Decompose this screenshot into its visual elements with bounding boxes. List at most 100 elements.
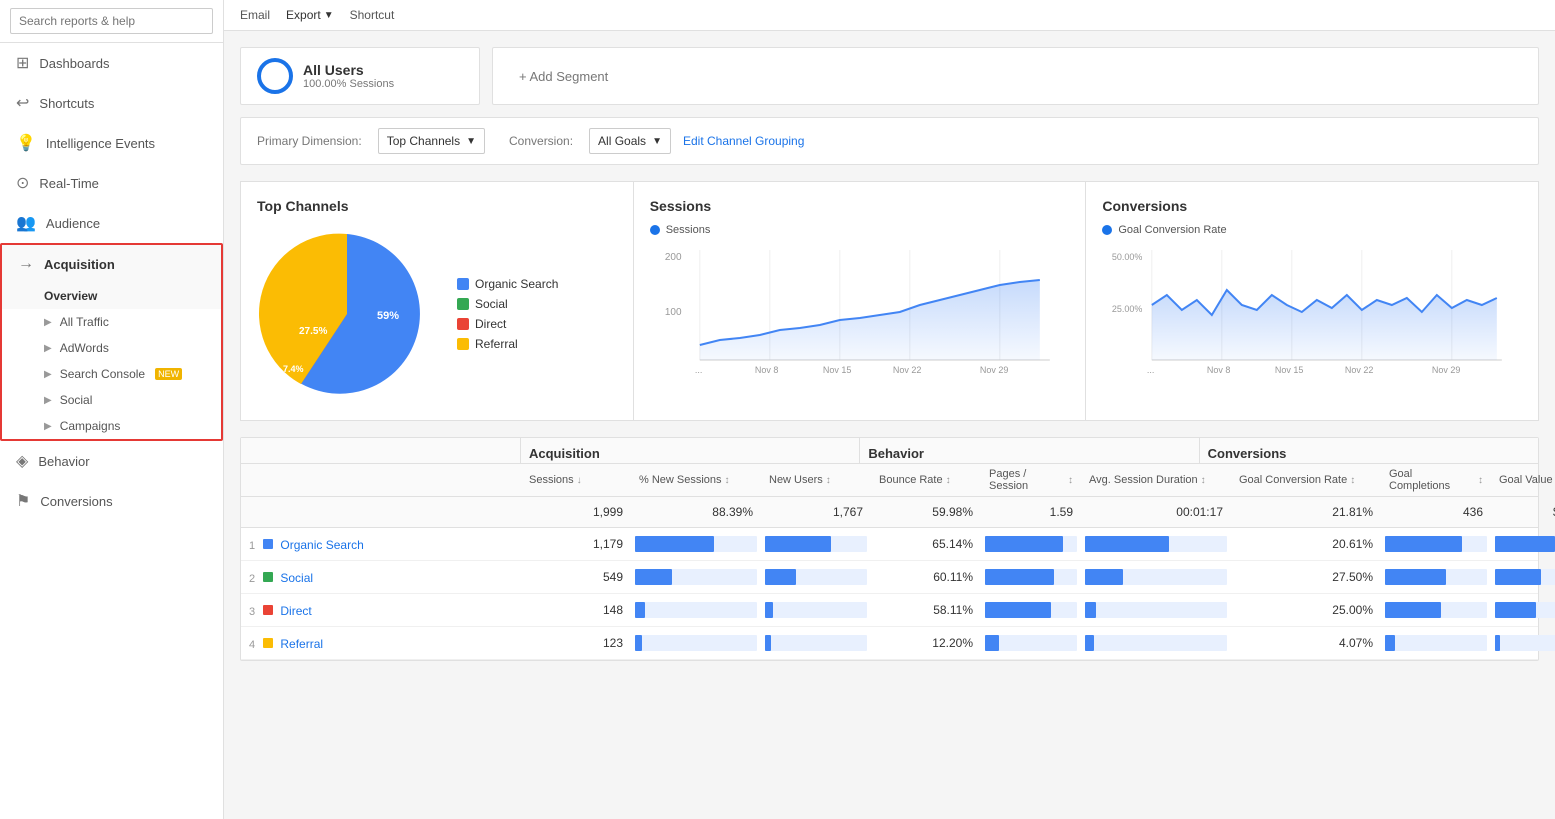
acquisition-group-header: Acquisition xyxy=(521,438,860,463)
totals-bounce: 59.98% xyxy=(871,497,981,527)
totals-row: 1,999 88.39% 1,767 59.98% 1.59 00:01:17 … xyxy=(241,497,1538,528)
pie-legend: Organic Search Social Direct Referr xyxy=(457,277,558,351)
sidebar-item-audience[interactable]: 👥 Audience xyxy=(0,203,223,243)
sessions-legend-label: Sessions xyxy=(666,224,711,236)
sidebar-label-overview: Overview xyxy=(44,289,97,303)
row-pct-new-bar xyxy=(631,594,761,626)
row-bounce: 58.11% xyxy=(871,595,981,625)
channel-link[interactable]: Social xyxy=(280,571,313,585)
sidebar-item-shortcuts[interactable]: ↩ Shortcuts xyxy=(0,83,223,123)
row-new-users-bar xyxy=(761,594,871,626)
sidebar-item-overview[interactable]: Overview xyxy=(2,283,221,309)
row-sessions: 123 xyxy=(521,628,631,658)
sessions-panel: Sessions Sessions 200 100 xyxy=(634,182,1087,420)
email-button[interactable]: Email xyxy=(240,8,270,22)
channel-link[interactable]: Organic Search xyxy=(280,538,363,552)
sidebar-label-dashboards: Dashboards xyxy=(39,56,109,71)
sidebar-item-dashboards[interactable]: ⊞ Dashboards xyxy=(0,43,223,83)
col-goal-conv-sort: ↕ xyxy=(1350,475,1355,486)
sidebar-item-social[interactable]: ▶ Social xyxy=(2,387,221,413)
shortcut-button[interactable]: Shortcut xyxy=(350,8,395,22)
sidebar-item-adwords[interactable]: ▶ AdWords xyxy=(2,335,221,361)
all-goals-dropdown[interactable]: All Goals ▼ xyxy=(589,128,671,154)
add-segment-button[interactable]: + Add Segment xyxy=(492,47,1539,105)
svg-text:59%: 59% xyxy=(377,310,399,322)
channel-cell: 4 Referral xyxy=(241,628,521,659)
segment-bar: All Users 100.00% Sessions + Add Segment xyxy=(240,47,1539,105)
data-table: Acquisition Behavior Conversions Session… xyxy=(240,437,1539,661)
sidebar-item-intelligence[interactable]: 💡 Intelligence Events xyxy=(0,123,223,163)
sidebar-item-searchconsole[interactable]: ▶ Search Console NEW xyxy=(2,361,221,387)
conversions-title: Conversions xyxy=(1102,198,1522,214)
conversions-legend: Goal Conversion Rate xyxy=(1102,224,1522,236)
export-button[interactable]: Export ▼ xyxy=(286,8,334,22)
col-goal-value-label: Goal Value xyxy=(1499,474,1553,486)
table-row: 1 Organic Search 1,179 65.14% 20.61% xyxy=(241,528,1538,561)
segment-info: All Users 100.00% Sessions xyxy=(303,62,394,90)
sidebar-item-acquisition[interactable]: → Acquisition xyxy=(2,245,221,283)
svg-text:...: ... xyxy=(695,365,703,375)
svg-text:Nov 22: Nov 22 xyxy=(1345,365,1374,375)
legend-dot-social xyxy=(457,298,469,310)
row-num: 1 xyxy=(249,540,255,552)
row-goal-conv-bar xyxy=(1381,528,1491,560)
totals-goal-comp: 436 xyxy=(1381,497,1491,527)
collapse-arrow-adwords: ▶ xyxy=(44,343,52,354)
audience-icon: 👥 xyxy=(16,213,36,233)
col-duration[interactable]: Avg. Session Duration ↕ xyxy=(1081,464,1231,496)
svg-text:50.00%: 50.00% xyxy=(1112,252,1143,262)
col-goal-comp[interactable]: Goal Completions ↕ xyxy=(1381,464,1491,496)
col-sessions[interactable]: Sessions ↓ xyxy=(521,464,631,496)
svg-text:Nov 8: Nov 8 xyxy=(755,365,779,375)
pie-container: 59% 27.5% 7.4% Organic Search Social xyxy=(257,224,617,404)
row-pct-new-bar xyxy=(631,528,761,560)
col-goal-comp-sort: ↕ xyxy=(1478,475,1483,486)
realtime-icon: ⊙ xyxy=(16,173,29,193)
main-content: Email Export ▼ Shortcut All Users 100.00… xyxy=(224,0,1555,819)
col-goal-value[interactable]: Goal Value ↕ xyxy=(1491,464,1555,496)
col-pct-new-label: % New Sessions xyxy=(639,474,722,486)
channel-dot xyxy=(263,572,273,582)
row-bounce: 65.14% xyxy=(871,529,981,559)
totals-pct-new: 88.39% xyxy=(631,497,761,527)
col-goal-conv[interactable]: Goal Conversion Rate ↕ xyxy=(1231,464,1381,496)
primary-dimension-label: Primary Dimension: xyxy=(257,134,362,148)
collapse-arrow-social: ▶ xyxy=(44,395,52,406)
sidebar-item-conversions[interactable]: ⚑ Conversions xyxy=(0,481,223,521)
search-input[interactable] xyxy=(10,8,213,34)
top-channels-title: Top Channels xyxy=(257,198,617,214)
all-users-segment[interactable]: All Users 100.00% Sessions xyxy=(240,47,480,105)
sidebar-label-intelligence: Intelligence Events xyxy=(46,136,155,151)
sidebar-item-behavior[interactable]: ◈ Behavior xyxy=(0,441,223,481)
col-pct-new[interactable]: % New Sessions ↕ xyxy=(631,464,761,496)
top-channels-dropdown[interactable]: Top Channels ▼ xyxy=(378,128,485,154)
channel-link[interactable]: Referral xyxy=(280,637,323,651)
row-goal-conv-bar xyxy=(1381,627,1491,659)
sidebar-item-campaigns[interactable]: ▶ Campaigns xyxy=(2,413,221,439)
row-goal-value-bar xyxy=(1491,561,1555,593)
totals-label xyxy=(241,497,521,527)
col-pages-label: Pages / Session xyxy=(989,468,1065,492)
edit-channel-grouping-link[interactable]: Edit Channel Grouping xyxy=(683,134,804,148)
sessions-title: Sessions xyxy=(650,198,1070,214)
sidebar-item-alltraffic[interactable]: ▶ All Traffic xyxy=(2,309,221,335)
svg-text:27.5%: 27.5% xyxy=(299,326,327,337)
col-new-users[interactable]: New Users ↕ xyxy=(761,464,871,496)
sidebar-label-audience: Audience xyxy=(46,216,100,231)
legend-item-direct: Direct xyxy=(457,317,558,331)
legend-dot-direct xyxy=(457,318,469,330)
all-goals-arrow: ▼ xyxy=(652,136,662,147)
col-pct-new-sort: ↕ xyxy=(725,475,730,486)
row-goal-conv: 20.61% xyxy=(1231,529,1381,559)
dashboards-icon: ⊞ xyxy=(16,53,29,73)
sidebar-label-behavior: Behavior xyxy=(38,454,89,469)
col-pages[interactable]: Pages / Session ↕ xyxy=(981,464,1081,496)
col-bounce[interactable]: Bounce Rate ↕ xyxy=(871,464,981,496)
row-new-users-bar xyxy=(761,561,871,593)
channel-link[interactable]: Direct xyxy=(280,604,311,618)
col-new-users-label: New Users xyxy=(769,474,823,486)
totals-pages: 1.59 xyxy=(981,497,1081,527)
row-bounce-bar xyxy=(981,594,1081,626)
sidebar-item-realtime[interactable]: ⊙ Real-Time xyxy=(0,163,223,203)
row-sessions: 148 xyxy=(521,595,631,625)
